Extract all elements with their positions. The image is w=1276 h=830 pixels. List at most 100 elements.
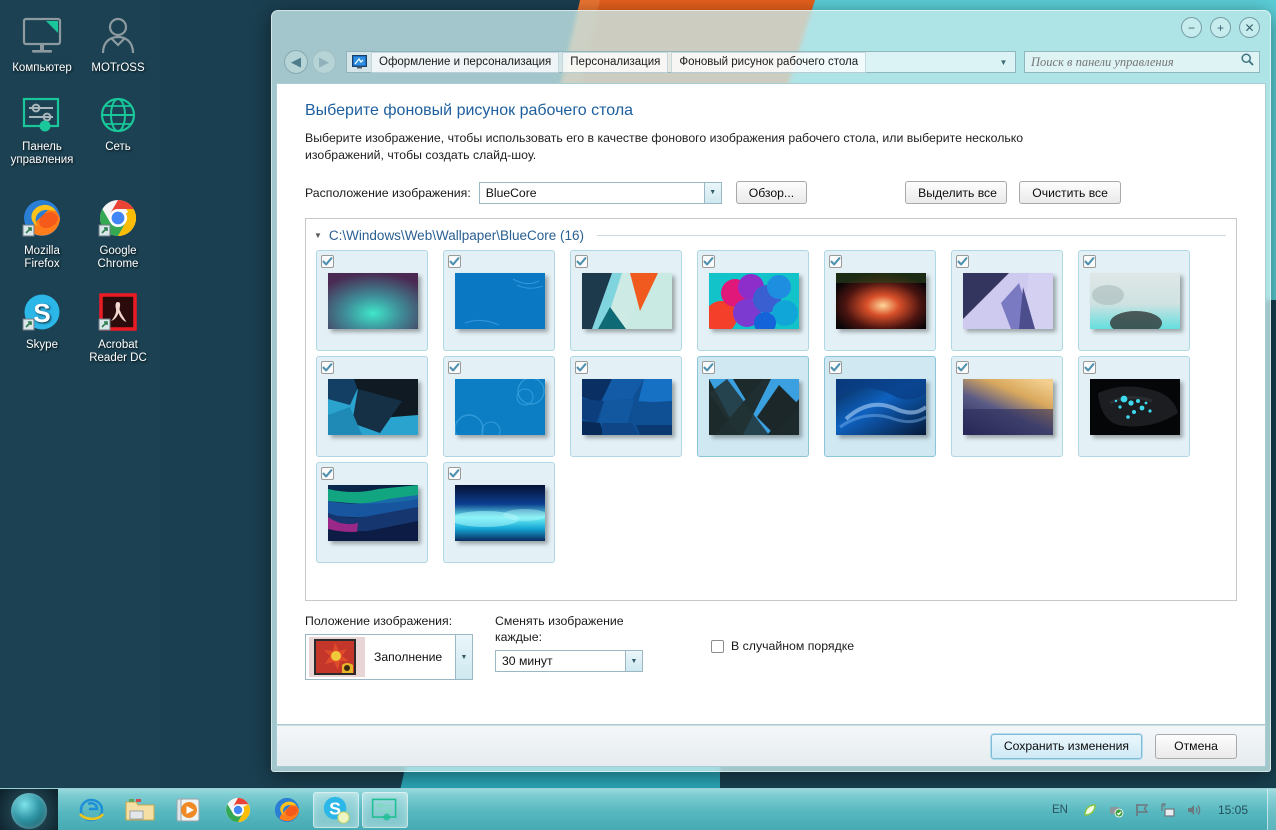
back-button[interactable]: ◀ xyxy=(284,50,308,74)
desktop-icon-label: Skype xyxy=(26,339,58,351)
control-panel-icon xyxy=(371,798,397,821)
taskbar-item-file-explorer[interactable] xyxy=(117,792,163,828)
chevron-down-icon[interactable]: ▼ xyxy=(994,53,1013,72)
desktop-icon-label: Acrobat Reader DC xyxy=(89,339,147,364)
minimize-button[interactable]: − xyxy=(1181,17,1202,38)
change-interval-group: Сменять изображение каждые: 30 минут ▼ xyxy=(495,613,643,672)
firefox-icon xyxy=(6,195,78,243)
svg-text:S: S xyxy=(33,298,50,328)
desktop-icon-network[interactable]: Сеть xyxy=(80,87,156,169)
wallpaper-checkbox[interactable] xyxy=(702,255,715,268)
taskbar-item-skype[interactable]: S xyxy=(313,791,359,828)
media-player-icon xyxy=(176,798,200,821)
desktop-icon-firefox[interactable]: Mozilla Firefox xyxy=(4,191,80,273)
wallpaper-preview-image xyxy=(1090,273,1180,329)
clear-all-button[interactable]: Очистить все xyxy=(1019,181,1122,204)
breadcrumb-item-desktop-background[interactable]: Фоновый рисунок рабочего стола xyxy=(671,51,867,73)
wallpaper-preview-image xyxy=(1090,379,1180,435)
taskbar-item-media-player[interactable] xyxy=(166,792,212,828)
wallpaper-thumbnail[interactable] xyxy=(570,356,682,457)
wallpaper-thumbnail[interactable] xyxy=(1078,250,1190,351)
wallpaper-checkbox[interactable] xyxy=(448,361,461,374)
taskbar-item-control-panel[interactable] xyxy=(362,791,408,828)
show-desktop-button[interactable] xyxy=(1267,788,1276,830)
search-input[interactable] xyxy=(1025,54,1235,70)
wallpaper-thumbnail[interactable] xyxy=(316,356,428,457)
desktop-icon-chrome[interactable]: Google Chrome xyxy=(80,191,156,273)
wallpaper-checkbox[interactable] xyxy=(1083,361,1096,374)
chevron-down-icon[interactable]: ▼ xyxy=(625,651,642,671)
wallpaper-checkbox[interactable] xyxy=(575,361,588,374)
desktop-icon-skype[interactable]: S Skype xyxy=(4,285,80,367)
desktop-icon-label: Компьютер xyxy=(12,62,72,74)
wallpaper-checkbox[interactable] xyxy=(448,255,461,268)
wallpaper-checkbox[interactable] xyxy=(1083,255,1096,268)
maximize-button[interactable]: + xyxy=(1210,17,1231,38)
select-all-button[interactable]: Выделить все xyxy=(905,181,1008,204)
volume-icon[interactable] xyxy=(1185,801,1202,818)
window-title-bar: − + ✕ xyxy=(272,11,1270,45)
breadcrumb-item-appearance[interactable]: Оформление и персонализация xyxy=(371,51,560,73)
wallpaper-checkbox[interactable] xyxy=(321,361,334,374)
search-box[interactable] xyxy=(1024,51,1260,73)
picture-location-label: Расположение изображения: xyxy=(305,185,471,200)
taskbar-item-mozilla-firefox[interactable] xyxy=(264,792,310,828)
wallpaper-checkbox[interactable] xyxy=(956,255,969,268)
wallpaper-checkbox[interactable] xyxy=(448,467,461,480)
wallpaper-thumbnail[interactable] xyxy=(697,356,809,457)
user-icon xyxy=(82,12,154,60)
wallpaper-thumbnail[interactable] xyxy=(697,250,809,351)
leaf-icon[interactable] xyxy=(1081,801,1098,818)
wallpaper-thumbnail[interactable] xyxy=(316,250,428,351)
wallpaper-thumbnail[interactable] xyxy=(951,356,1063,457)
forward-button[interactable]: ▶ xyxy=(312,50,336,74)
taskbar-item-internet-explorer[interactable] xyxy=(68,792,114,828)
collapse-triangle-icon[interactable]: ▼ xyxy=(314,231,322,240)
desktop-icon-motross[interactable]: MOTrOSS xyxy=(80,8,156,77)
clock[interactable]: 15:05 xyxy=(1211,803,1257,817)
desktop-icon-control-panel[interactable]: Панель управления xyxy=(4,87,80,169)
desktop-icon-grid: Компьютер MOTrOSS Панель управления Сеть… xyxy=(4,8,164,367)
wallpaper-checkbox[interactable] xyxy=(575,255,588,268)
wallpaper-group-header[interactable]: ▼ C:\Windows\Web\Wallpaper\BlueCore (16) xyxy=(306,219,1236,243)
breadcrumb: Оформление и персонализация Персонализац… xyxy=(346,51,1016,73)
breadcrumb-item-personalization[interactable]: Персонализация xyxy=(562,51,669,73)
usb-safe-remove-icon[interactable] xyxy=(1107,801,1124,818)
chevron-down-icon[interactable]: ▼ xyxy=(703,182,721,203)
language-indicator[interactable]: EN xyxy=(1048,804,1072,816)
browse-button[interactable]: Обзор... xyxy=(735,181,808,204)
shuffle-checkbox[interactable] xyxy=(711,639,724,653)
wallpaper-checkbox[interactable] xyxy=(956,361,969,374)
wallpaper-thumbnail[interactable] xyxy=(443,250,555,351)
change-interval-select[interactable]: 30 минут ▼ xyxy=(495,650,643,672)
picture-position-select[interactable]: Заполнение ▼ xyxy=(305,634,473,680)
start-button[interactable] xyxy=(0,788,58,830)
window-controls: − + ✕ xyxy=(1181,17,1260,38)
cancel-button[interactable]: Отмена xyxy=(1155,733,1237,759)
save-changes-button[interactable]: Сохранить изменения xyxy=(990,733,1142,759)
wallpaper-thumbnail[interactable] xyxy=(570,250,682,351)
wallpaper-preview-image xyxy=(328,379,418,435)
taskbar-item-google-chrome[interactable] xyxy=(215,792,261,828)
wallpaper-thumbnail[interactable] xyxy=(824,356,936,457)
wallpaper-checkbox[interactable] xyxy=(829,361,842,374)
shuffle-checkbox-row[interactable]: В случайном порядке xyxy=(711,639,854,653)
picture-location-select[interactable]: BlueCore ▼ xyxy=(478,181,722,204)
wallpaper-thumbnail[interactable] xyxy=(951,250,1063,351)
wallpaper-checkbox[interactable] xyxy=(321,467,334,480)
wallpaper-thumbnail[interactable] xyxy=(824,250,936,351)
close-button[interactable]: ✕ xyxy=(1239,17,1260,38)
flag-action-center-icon[interactable] xyxy=(1133,801,1150,818)
wallpaper-checkbox[interactable] xyxy=(702,361,715,374)
network-icon[interactable] xyxy=(1159,801,1176,818)
wallpaper-preview-image xyxy=(709,273,799,329)
desktop-icon-acrobat[interactable]: Acrobat Reader DC xyxy=(80,285,156,367)
chevron-down-icon[interactable]: ▼ xyxy=(455,635,472,679)
wallpaper-checkbox[interactable] xyxy=(321,255,334,268)
wallpaper-checkbox[interactable] xyxy=(829,255,842,268)
wallpaper-thumbnail[interactable] xyxy=(1078,356,1190,457)
wallpaper-thumbnail[interactable] xyxy=(443,462,555,563)
wallpaper-thumbnail[interactable] xyxy=(443,356,555,457)
desktop-icon-computer[interactable]: Компьютер xyxy=(4,8,80,77)
wallpaper-thumbnail[interactable] xyxy=(316,462,428,563)
